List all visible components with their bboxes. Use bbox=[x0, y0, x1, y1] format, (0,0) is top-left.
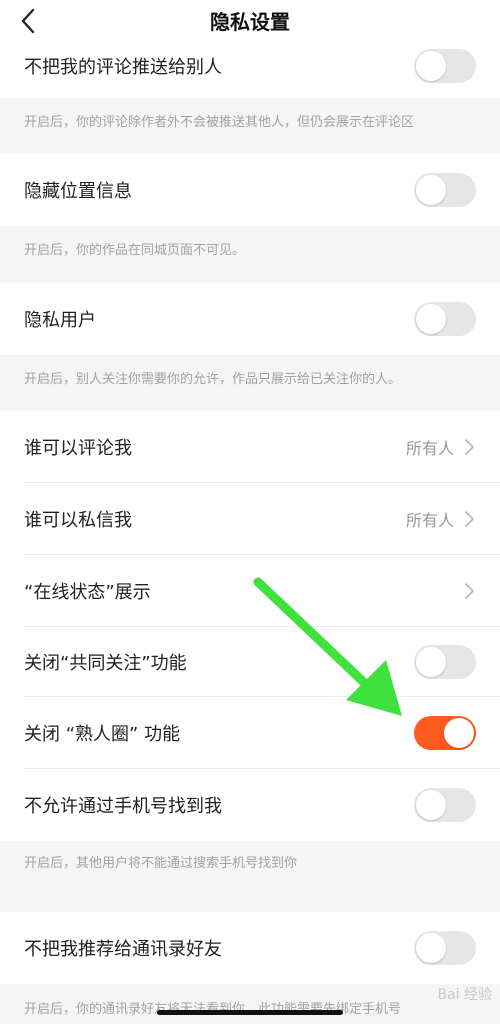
setting-row-online-status[interactable]: “在线状态”展示 bbox=[0, 555, 500, 627]
setting-row-who-can-message[interactable]: 谁可以私信我 所有人 bbox=[0, 483, 500, 555]
toggle-switch[interactable] bbox=[414, 49, 476, 83]
toggle-switch[interactable] bbox=[414, 302, 476, 336]
toggle-switch[interactable] bbox=[414, 173, 476, 207]
chevron-right-icon bbox=[465, 439, 474, 455]
setting-label: 关闭 “熟人圈” 功能 bbox=[24, 724, 181, 745]
watermark: Bai 经验 bbox=[437, 987, 492, 1003]
setting-row-hide-location[interactable]: 隐藏位置信息 bbox=[0, 154, 500, 226]
home-indicator bbox=[157, 1010, 343, 1015]
setting-label: 隐私用户 bbox=[24, 310, 96, 331]
setting-value: 所有人 bbox=[405, 511, 454, 530]
page-title: 隐私设置 bbox=[210, 10, 290, 34]
setting-label: 不把我的评论推送给别人 bbox=[24, 57, 222, 78]
setting-label: 隐藏位置信息 bbox=[24, 181, 132, 202]
toggle-switch[interactable] bbox=[414, 788, 476, 822]
toggle-knob bbox=[416, 647, 446, 677]
setting-label: 谁可以评论我 bbox=[24, 438, 132, 459]
nav-bar: 隐私设置 bbox=[0, 0, 500, 44]
toggle-knob bbox=[416, 51, 446, 81]
setting-row-private-user[interactable]: 隐私用户 bbox=[0, 283, 500, 355]
setting-row-contacts-recommend[interactable]: 不把我推荐给通讯录好友 bbox=[0, 912, 500, 984]
setting-label: 不允许通过手机号找到我 bbox=[24, 796, 222, 817]
setting-label: “在线状态”展示 bbox=[24, 582, 151, 603]
toggle-knob bbox=[444, 718, 474, 748]
note-text: 开启后，别人关注你需要你的允许，作品只展示给已关注你的人。 bbox=[24, 372, 402, 387]
setting-row-mutual-follow[interactable]: 关闭“共同关注”功能 bbox=[0, 627, 500, 697]
toggle-knob bbox=[416, 790, 446, 820]
note-text: 开启后，其他用户将不能通过搜索手机号找到你 bbox=[24, 856, 298, 871]
toggle-switch[interactable] bbox=[414, 645, 476, 679]
toggle-switch[interactable] bbox=[414, 931, 476, 965]
setting-row-hide-comments[interactable]: 不把我的评论推送给别人 bbox=[0, 44, 500, 98]
toggle-knob bbox=[416, 933, 446, 963]
setting-value: 所有人 bbox=[405, 439, 454, 458]
chevron-right-icon bbox=[465, 583, 474, 599]
setting-row-who-can-comment[interactable]: 谁可以评论我 所有人 bbox=[0, 411, 500, 483]
setting-row-acquaintance-circle[interactable]: 关闭 “熟人圈” 功能 bbox=[0, 697, 500, 769]
toggle-knob bbox=[416, 175, 446, 205]
setting-row-phone-search[interactable]: 不允许通过手机号找到我 bbox=[0, 769, 500, 841]
setting-label: 关闭“共同关注”功能 bbox=[24, 653, 187, 674]
chevron-right-icon bbox=[465, 511, 474, 527]
setting-label: 不把我推荐给通讯录好友 bbox=[24, 939, 222, 960]
toggle-switch[interactable] bbox=[414, 716, 476, 750]
note-text: 开启后，你的作品在同城页面不可见。 bbox=[24, 243, 246, 258]
setting-label: 谁可以私信我 bbox=[24, 510, 132, 531]
toggle-knob bbox=[416, 304, 446, 334]
note-text: 开启后，你的评论除作者外不会被推送其他人，但仍会展示在评论区 bbox=[24, 115, 415, 130]
